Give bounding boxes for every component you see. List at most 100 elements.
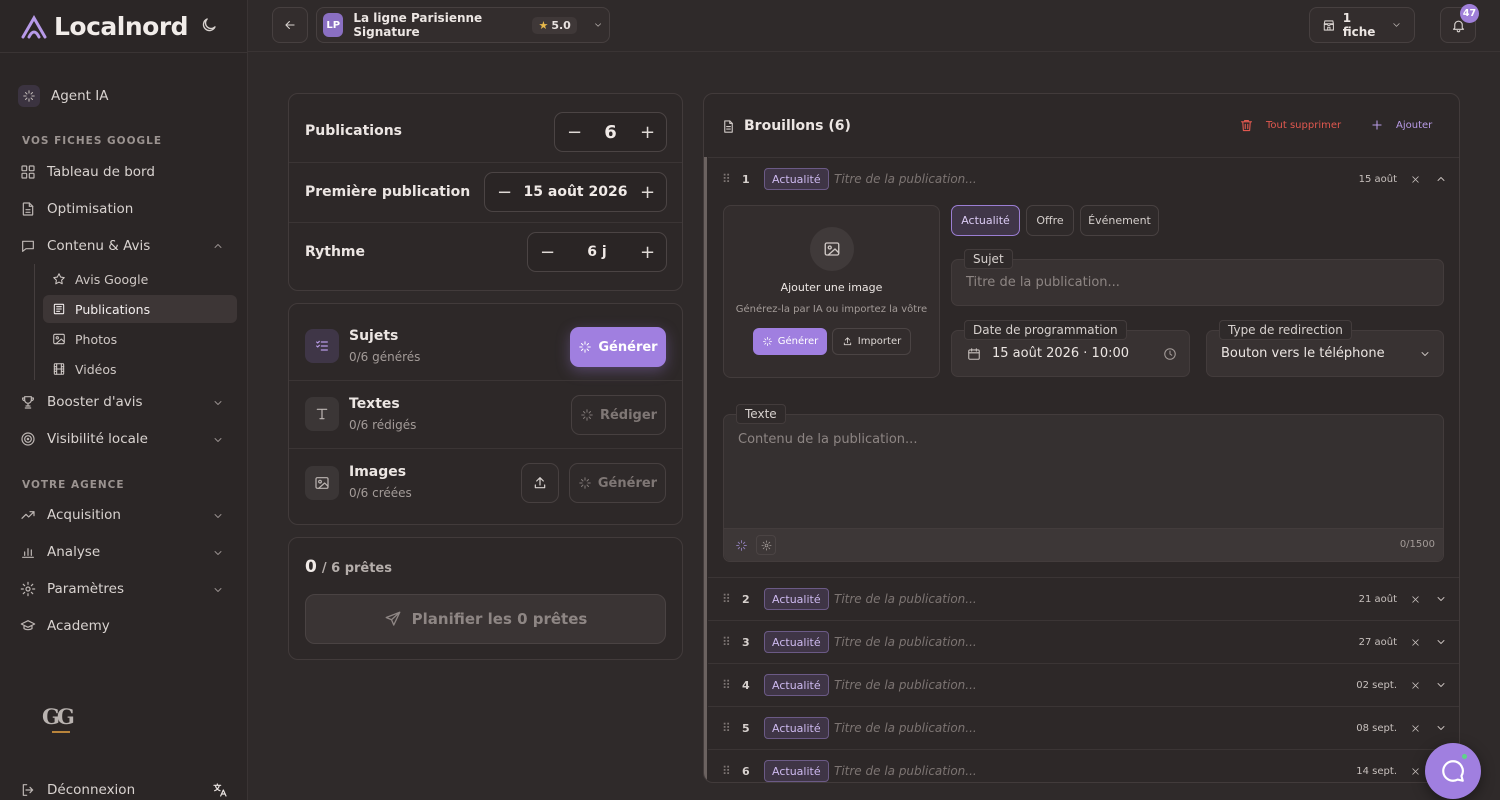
text-icon bbox=[305, 397, 339, 431]
delete-all-button[interactable]: Tout supprimer bbox=[1239, 118, 1341, 133]
nav-tableau-de-bord[interactable]: Tableau de bord bbox=[20, 160, 155, 184]
trash-icon bbox=[1240, 119, 1253, 132]
draft-number: 1 bbox=[742, 172, 750, 186]
drag-handle-icon[interactable]: ⠿ bbox=[722, 721, 731, 735]
trend-up-icon bbox=[21, 511, 35, 519]
chevron-down-icon[interactable] bbox=[1435, 636, 1447, 648]
document-icon bbox=[22, 202, 34, 216]
chevron-down-icon[interactable] bbox=[212, 584, 224, 596]
generate-image-button[interactable]: Générer bbox=[753, 328, 827, 355]
nav-academy[interactable]: Academy bbox=[20, 614, 110, 638]
nav-label: Paramètres bbox=[47, 581, 124, 597]
chevron-down-icon[interactable] bbox=[1435, 679, 1447, 691]
first-publication-stepper[interactable]: − 15 août 2026 + bbox=[484, 172, 667, 212]
minus-icon[interactable]: − bbox=[567, 122, 582, 143]
nav-booster-avis[interactable]: Booster d'avis bbox=[20, 390, 143, 414]
drag-handle-icon[interactable]: ⠿ bbox=[722, 172, 731, 186]
chat-support-button[interactable] bbox=[1425, 743, 1481, 799]
logout-button[interactable]: Déconnexion bbox=[20, 778, 135, 800]
sub-item-avis-google[interactable]: Avis Google bbox=[43, 265, 237, 293]
plus-icon[interactable]: + bbox=[640, 242, 655, 263]
chevron-down-icon[interactable] bbox=[212, 510, 224, 522]
draft-row-1[interactable]: ⠿ 1 Actualité Titre de la publication...… bbox=[708, 157, 1459, 200]
type-chip-actualite[interactable]: Actualité bbox=[951, 205, 1020, 236]
nav-contenu-avis[interactable]: Contenu & Avis bbox=[20, 234, 150, 258]
settings-button[interactable] bbox=[756, 535, 776, 555]
generate-images-button[interactable]: Générer bbox=[569, 463, 666, 503]
draft-number: 3 bbox=[742, 635, 750, 649]
section-title-agency: VOTRE AGENCE bbox=[22, 479, 125, 491]
draft-row-3[interactable]: ⠿ 3 Actualité Titre de la publication...… bbox=[708, 620, 1459, 663]
chevron-down-icon[interactable] bbox=[212, 397, 224, 409]
nav-parametres[interactable]: Paramètres bbox=[20, 577, 124, 601]
plus-icon[interactable]: + bbox=[640, 122, 655, 143]
subject-field[interactable]: Sujet Titre de la publication... bbox=[951, 249, 1444, 306]
draft-type-tag: Actualité bbox=[764, 717, 829, 739]
type-chip-evenement[interactable]: Événement bbox=[1080, 205, 1159, 236]
write-texts-button[interactable]: Rédiger bbox=[571, 395, 666, 435]
drag-handle-icon[interactable]: ⠿ bbox=[722, 592, 731, 606]
schedule-date-field[interactable]: Date de programmation 15 août 2026 · 10:… bbox=[951, 320, 1190, 377]
chevron-down-icon[interactable] bbox=[1435, 722, 1447, 734]
clock-icon[interactable] bbox=[1163, 347, 1177, 361]
draft-number: 4 bbox=[742, 678, 750, 692]
sub-item-videos[interactable]: Vidéos bbox=[43, 355, 237, 383]
gear-icon bbox=[20, 581, 36, 597]
topbar: LP La ligne Parisienne Signature ★ 5.0 1 … bbox=[248, 0, 1500, 52]
sparkle-icon[interactable] bbox=[735, 539, 748, 552]
generate-subjects-button[interactable]: Générer bbox=[570, 327, 666, 367]
drag-handle-icon[interactable]: ⠿ bbox=[722, 764, 731, 778]
rhythm-stepper[interactable]: − 6 j + bbox=[527, 232, 667, 272]
nav-analyse[interactable]: Analyse bbox=[20, 540, 100, 564]
sub-item-publications[interactable]: Publications bbox=[43, 295, 237, 323]
minus-icon[interactable]: − bbox=[497, 182, 512, 203]
redirect-type-select[interactable]: Type de redirection Bouton vers le télép… bbox=[1206, 320, 1444, 377]
star-icon bbox=[53, 273, 65, 285]
drag-handle-icon[interactable]: ⠿ bbox=[722, 635, 731, 649]
sparkle-icon bbox=[579, 341, 592, 353]
chevron-up-icon[interactable] bbox=[212, 240, 224, 252]
button-label: Rédiger bbox=[599, 407, 658, 423]
publications-stepper[interactable]: − 6 + bbox=[554, 112, 667, 152]
business-selector[interactable]: LP La ligne Parisienne Signature ★ 5.0 bbox=[316, 7, 610, 43]
plus-icon[interactable]: + bbox=[640, 182, 655, 203]
draft-row-2[interactable]: ⠿ 2 Actualité Titre de la publication...… bbox=[708, 577, 1459, 620]
import-image-button[interactable]: Importer bbox=[832, 328, 911, 355]
translate-icon[interactable] bbox=[212, 782, 228, 798]
type-chip-offre[interactable]: Offre bbox=[1026, 205, 1074, 236]
app-logo[interactable]: Localnord bbox=[20, 12, 189, 41]
moon-icon[interactable] bbox=[200, 16, 218, 34]
first-publication-label: Première publication bbox=[305, 184, 471, 200]
store-icon bbox=[1323, 19, 1334, 31]
nav-optimisation[interactable]: Optimisation bbox=[20, 197, 133, 221]
button-label: Générer bbox=[598, 339, 658, 355]
close-icon[interactable] bbox=[1410, 174, 1421, 185]
fiche-selector[interactable]: 1 fiche bbox=[1309, 7, 1415, 43]
notification-badge: 47 bbox=[1460, 4, 1479, 23]
sub-item-photos[interactable]: Photos bbox=[43, 325, 237, 353]
nav-label: Contenu & Avis bbox=[47, 238, 151, 254]
image-dropzone[interactable]: Ajouter une image Générez-la par IA ou i… bbox=[723, 205, 940, 378]
chevron-down-icon[interactable] bbox=[1435, 593, 1447, 605]
upload-image-button[interactable] bbox=[521, 463, 559, 503]
minus-icon[interactable]: − bbox=[540, 242, 555, 263]
close-icon[interactable] bbox=[1410, 766, 1421, 777]
nav-agent-ia[interactable]: Agent IA bbox=[18, 84, 108, 108]
nav-acquisition[interactable]: Acquisition bbox=[20, 503, 121, 527]
drag-handle-icon[interactable]: ⠿ bbox=[722, 678, 731, 692]
nav-visibilite-locale[interactable]: Visibilité locale bbox=[20, 427, 148, 451]
draft-row-6[interactable]: ⠿ 6 Actualité Titre de la publication...… bbox=[708, 749, 1459, 782]
chevron-up-icon[interactable] bbox=[1435, 173, 1447, 185]
close-icon[interactable] bbox=[1410, 723, 1421, 734]
close-icon[interactable] bbox=[1410, 594, 1421, 605]
back-button[interactable] bbox=[272, 7, 308, 43]
text-field[interactable]: Texte Contenu de la publication... 0/150… bbox=[723, 404, 1444, 562]
close-icon[interactable] bbox=[1410, 680, 1421, 691]
plan-ready-button[interactable]: Planifier les 0 prêtes bbox=[305, 594, 666, 644]
close-icon[interactable] bbox=[1410, 637, 1421, 648]
add-draft-button[interactable]: Ajouter bbox=[1370, 118, 1432, 132]
chevron-down-icon[interactable] bbox=[212, 547, 224, 559]
draft-row-5[interactable]: ⠿ 5 Actualité Titre de la publication...… bbox=[708, 706, 1459, 749]
draft-row-4[interactable]: ⠿ 4 Actualité Titre de la publication...… bbox=[708, 663, 1459, 706]
chevron-down-icon[interactable] bbox=[212, 434, 224, 446]
